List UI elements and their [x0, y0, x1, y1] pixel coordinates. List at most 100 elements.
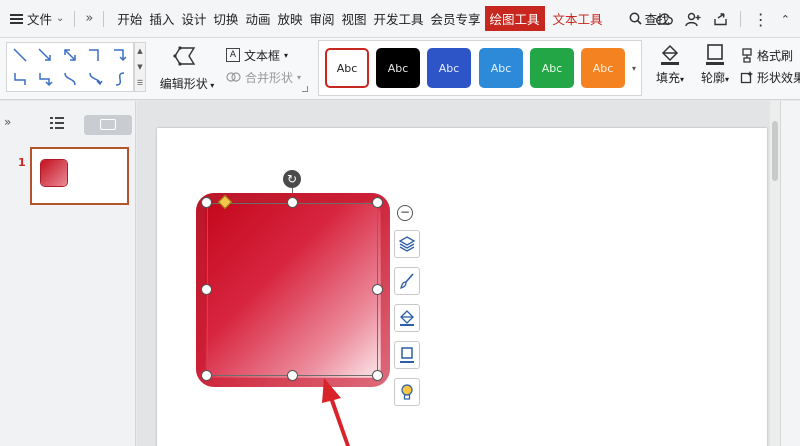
tab-view[interactable]: 视图 [338, 7, 369, 30]
merge-shape-button[interactable]: 合并形状 ▾ [226, 66, 301, 88]
line-arrow-icon[interactable] [11, 46, 29, 64]
fill-button[interactable]: 填充▾ [652, 42, 688, 86]
share-icon[interactable] [713, 12, 728, 26]
resize-handle-bottom-left[interactable] [201, 370, 212, 381]
thumbnail-shape [41, 160, 67, 186]
style-preset-orange[interactable]: Abc [581, 48, 625, 88]
shape-effect-button[interactable]: 形状效果 [740, 66, 800, 88]
elbow-connector-icon[interactable] [86, 46, 104, 64]
slide-thumbnail[interactable] [30, 147, 129, 205]
collapse-ribbon-icon[interactable]: ⌃ [781, 13, 790, 26]
slide-panel: » 1 [0, 101, 136, 446]
smart-suggestion-button[interactable] [394, 378, 420, 406]
ribbon-tabs: 开始 插入 设计 切换 动画 放映 审阅 视图 开发工具 会员专享 绘图工具 文… [114, 6, 606, 31]
vertical-scrollbar[interactable] [770, 101, 780, 446]
dropdown-icon: ▾ [680, 75, 685, 84]
expand-gallery-icon[interactable]: ☰ [137, 79, 143, 87]
dropdown-icon: ▾ [207, 81, 215, 90]
layers-icon [398, 236, 416, 252]
slides-view-button[interactable] [84, 115, 132, 135]
fill-label: 填充 [655, 71, 680, 85]
tab-start[interactable]: 开始 [114, 7, 145, 30]
chevron-down-icon: ⌄ [56, 13, 65, 24]
resize-handle-top[interactable] [287, 197, 298, 208]
scrollbar-thumb[interactable] [772, 121, 778, 181]
tab-insert[interactable]: 插入 [146, 7, 177, 30]
outline-label: 轮廓 [700, 71, 725, 85]
edit-shape-icon [173, 46, 196, 66]
curved-arrow-icon[interactable] [86, 70, 104, 88]
resize-handle-bottom-right[interactable] [372, 370, 383, 381]
selection-box [207, 203, 378, 376]
styles-more-button[interactable]: ▾ [628, 44, 640, 92]
shape-fill-button[interactable] [394, 304, 420, 332]
layers-button[interactable] [394, 230, 420, 258]
textbox-button[interactable]: A 文本框 ▾ [226, 44, 301, 66]
lightbulb-icon [401, 384, 413, 400]
style-preset-green[interactable]: Abc [530, 48, 574, 88]
style-preset-white[interactable]: Abc [325, 48, 369, 88]
scroll-down-icon[interactable]: ▼ [137, 63, 142, 71]
user-add-icon[interactable] [685, 12, 701, 27]
tab-text-tools[interactable]: 文本工具 [550, 7, 606, 30]
elbow-connector-icon[interactable] [11, 70, 29, 88]
outline-view-icon[interactable] [50, 117, 64, 129]
edit-shape-label: 编辑形状 [159, 77, 208, 91]
resize-handle-top-right[interactable] [372, 197, 383, 208]
tab-slideshow[interactable]: 放映 [274, 7, 305, 30]
tab-developer[interactable]: 开发工具 [371, 7, 427, 30]
format-group: 格式刷 形状效果 [740, 44, 800, 88]
resize-handle-bottom[interactable] [287, 370, 298, 381]
file-menu-label: 文件 [27, 12, 53, 27]
curved-connector-icon[interactable] [61, 70, 79, 88]
divider [103, 10, 105, 27]
resize-handle-right[interactable] [372, 284, 383, 295]
cloud-icon[interactable] [655, 12, 673, 26]
tab-member[interactable]: 会员专享 [428, 7, 484, 30]
tab-animation[interactable]: 动画 [242, 7, 273, 30]
collapse-toolbar-icon[interactable]: − [397, 205, 413, 221]
more-options-icon[interactable]: ⋮ [753, 10, 769, 29]
curve-icon[interactable] [111, 70, 129, 88]
shape-outline-button[interactable] [394, 341, 420, 369]
chevron-down-icon: ▾ [631, 63, 636, 73]
style-preset-black[interactable]: Abc [376, 48, 420, 88]
rotate-handle-icon[interactable]: ↻ [283, 170, 301, 188]
style-preset-dark-blue[interactable]: Abc [427, 48, 471, 88]
format-brush-label: 格式刷 [757, 48, 794, 63]
expand-tabs-icon[interactable]: » [85, 11, 93, 26]
gallery-scroll[interactable]: ▲ ▼ ☰ [134, 42, 146, 92]
textbox-group: A 文本框 ▾ 合并形状 ▾ [226, 44, 301, 88]
resize-handle-left[interactable] [201, 284, 212, 295]
double-arrow-line-icon[interactable] [61, 46, 79, 64]
outline-button[interactable]: 轮廓▾ [697, 42, 733, 86]
textbox-icon: A [226, 48, 240, 62]
textbox-label: 文本框 [244, 48, 281, 63]
slides-view-icon [100, 119, 116, 130]
scroll-up-icon[interactable]: ▲ [137, 47, 142, 55]
tab-design[interactable]: 设计 [178, 7, 209, 30]
style-preset-blue[interactable]: Abc [479, 48, 523, 88]
tab-transition[interactable]: 切换 [210, 7, 241, 30]
format-brush-button[interactable]: 格式刷 [740, 44, 800, 66]
search-icon [629, 12, 642, 25]
elbow-arrow-icon[interactable] [36, 70, 54, 88]
divider [74, 10, 76, 27]
tab-drawing-tools[interactable]: 绘图工具 [484, 6, 545, 31]
dialog-launcher-icon[interactable] [302, 86, 308, 92]
shape-effect-icon [740, 71, 753, 84]
dropdown-icon: ▾ [725, 75, 730, 84]
line-arrow-icon[interactable] [36, 46, 54, 64]
hamburger-icon [10, 13, 23, 24]
elbow-connector-icon[interactable] [111, 46, 129, 64]
dropdown-icon: ▾ [297, 72, 302, 82]
file-menu[interactable]: 文件 ⌄ [10, 9, 64, 28]
collapse-panel-icon[interactable]: » [4, 115, 11, 129]
shape-style-button[interactable] [394, 267, 420, 295]
resize-handle-top-left[interactable] [201, 197, 212, 208]
edit-shape-button[interactable]: 编辑形状 ▾ [156, 44, 218, 92]
outline-icon [400, 347, 414, 363]
tab-review[interactable]: 审阅 [306, 7, 337, 30]
line-shapes-gallery [6, 42, 134, 92]
shape-effect-label: 形状效果 [757, 70, 800, 85]
